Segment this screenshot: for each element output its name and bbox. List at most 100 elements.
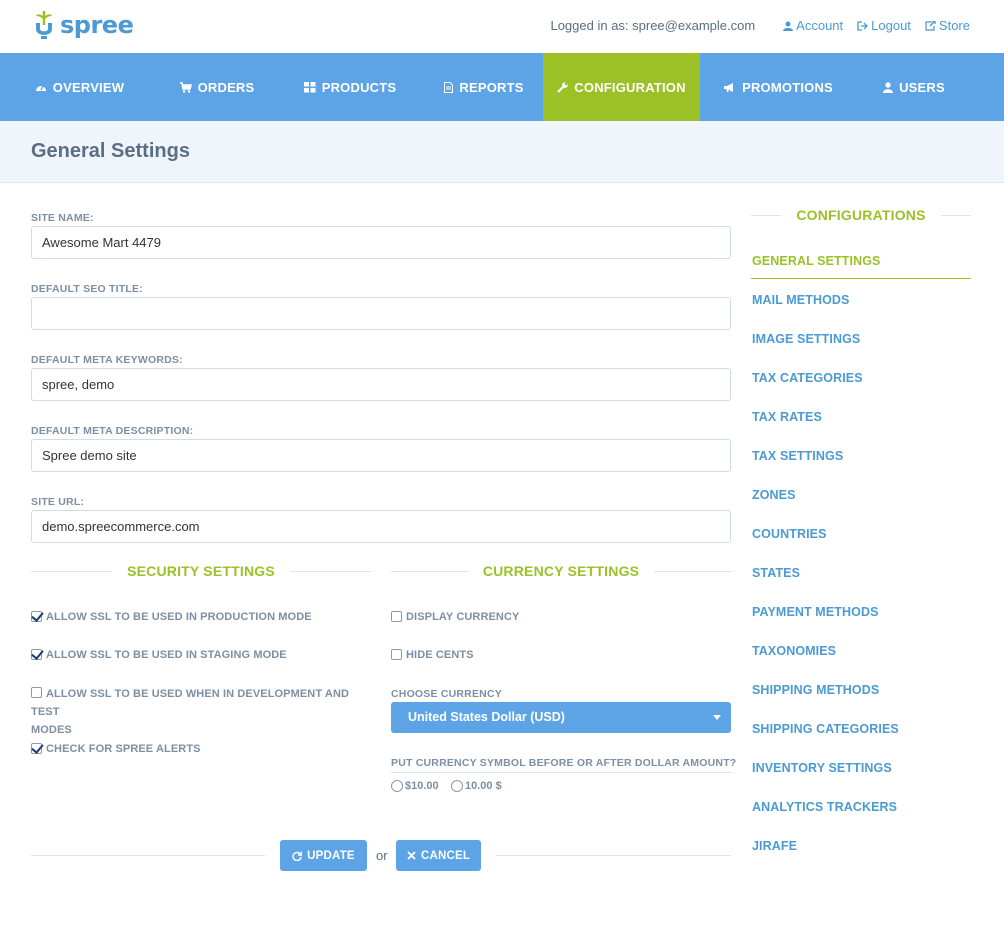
- nav-overview[interactable]: OVERVIEW: [0, 53, 159, 121]
- sidebar-item-states[interactable]: STATES: [752, 566, 800, 580]
- ssl-staging-checkbox[interactable]: ALLOW SSL TO BE USED IN STAGING MODE: [31, 646, 287, 664]
- display-currency-checkbox[interactable]: DISPLAY CURRENCY: [391, 608, 519, 626]
- symbol-position-label: PUT CURRENCY SYMBOL BEFORE OR AFTER DOLL…: [391, 757, 737, 769]
- sidebar-item-image-settings[interactable]: IMAGE SETTINGS: [752, 332, 860, 346]
- ssl-production-label: ALLOW SSL TO BE USED IN PRODUCTION MODE: [46, 611, 312, 623]
- checkbox-unchecked[interactable]: [31, 687, 42, 698]
- nav-products[interactable]: PRODUCTS: [275, 53, 425, 121]
- configurations-heading: CONFIGURATIONS: [751, 205, 972, 225]
- checkbox-checked[interactable]: [31, 611, 42, 622]
- hide-cents-label: HIDE CENTS: [406, 649, 474, 661]
- divider: [289, 570, 371, 572]
- ssl-dev-label-line2: MODES: [31, 724, 72, 736]
- security-settings-heading: SECURITY SETTINGS: [31, 561, 371, 581]
- sidebar-item-general-settings[interactable]: GENERAL SETTINGS: [752, 254, 880, 268]
- meta-keywords-input[interactable]: spree, demo: [31, 368, 731, 401]
- sign-out-icon: [857, 20, 869, 31]
- seo-title-label: DEFAULT SEO TITLE:: [31, 283, 143, 295]
- symbol-after-label: 10.00 $: [465, 780, 502, 792]
- dashboard-icon: [35, 85, 46, 91]
- account-label: Account: [796, 18, 844, 33]
- ssl-dev-label: ALLOW SSL TO BE USED WHEN IN DEVELOPMENT…: [31, 684, 371, 739]
- logout-label: Logout: [871, 18, 911, 33]
- currency-settings-heading: CURRENCY SETTINGS: [391, 561, 732, 581]
- sidebar-item-countries[interactable]: COUNTRIES: [752, 527, 827, 541]
- sidebar-item-taxonomies[interactable]: TAXONOMIES: [752, 644, 836, 658]
- spree-alerts-checkbox[interactable]: CHECK FOR SPREE ALERTS: [31, 740, 201, 758]
- divider: [31, 570, 113, 572]
- meta-description-input[interactable]: Spree demo site: [31, 439, 731, 472]
- security-settings-title: SECURITY SETTINGS: [127, 563, 275, 579]
- sidebar-item-tax-categories[interactable]: TAX CATEGORIES: [752, 371, 863, 385]
- radio-button[interactable]: [391, 780, 403, 792]
- checkbox-unchecked[interactable]: [391, 611, 402, 622]
- choose-currency-label: CHOOSE CURRENCY: [391, 688, 502, 700]
- document-icon: [444, 81, 454, 93]
- sidebar-item-jirafe[interactable]: JIRAFE: [752, 839, 797, 853]
- account-link[interactable]: Account: [783, 18, 843, 33]
- hide-cents-checkbox[interactable]: HIDE CENTS: [391, 646, 474, 664]
- seo-title-input[interactable]: [31, 297, 731, 330]
- site-url-input[interactable]: demo.spreecommerce.com: [31, 510, 731, 543]
- ssl-dev-label-line1: ALLOW SSL TO BE USED WHEN IN DEVELOPMENT…: [31, 688, 350, 718]
- ssl-production-checkbox[interactable]: ALLOW SSL TO BE USED IN PRODUCTION MODE: [31, 608, 312, 626]
- currency-settings-title: CURRENCY SETTINGS: [482, 563, 640, 579]
- sidebar-item-tax-settings[interactable]: TAX SETTINGS: [752, 449, 843, 463]
- symbol-before-radio[interactable]: $10.00: [391, 780, 439, 792]
- symbol-after-radio[interactable]: 10.00 $: [451, 780, 502, 792]
- logged-in-text: Logged in as: spree@example.com: [550, 18, 756, 33]
- cart-icon: [179, 81, 192, 93]
- grid-icon: [303, 81, 316, 92]
- sidebar-item-zones[interactable]: ZONES: [752, 488, 796, 502]
- checkbox-checked[interactable]: [31, 743, 42, 754]
- sidebar-item-payment-methods[interactable]: PAYMENT METHODS: [752, 605, 879, 619]
- page-title: General Settings: [31, 140, 190, 162]
- divider: [940, 214, 972, 216]
- divider: [496, 855, 731, 856]
- divider: [391, 772, 731, 773]
- radio-button[interactable]: [451, 780, 463, 792]
- ssl-dev-checkbox[interactable]: ALLOW SSL TO BE USED WHEN IN DEVELOPMENT…: [31, 684, 371, 739]
- currency-select-value: United States Dollar (USD): [408, 710, 565, 724]
- divider: [654, 570, 732, 572]
- nav-configuration[interactable]: CONFIGURATION: [543, 53, 700, 129]
- close-icon: [407, 851, 416, 860]
- nav-promotions[interactable]: PROMOTIONS: [700, 53, 856, 121]
- megaphone-icon: [724, 82, 734, 92]
- update-label: UPDATE: [307, 849, 355, 862]
- divider: [751, 214, 782, 216]
- nav-orders-label: ORDERS: [197, 79, 255, 95]
- store-link[interactable]: Store: [925, 18, 970, 33]
- active-indicator: [751, 278, 971, 279]
- site-name-input[interactable]: Awesome Mart 4479: [31, 226, 731, 259]
- sidebar-item-mail-methods[interactable]: MAIL METHODS: [752, 293, 850, 307]
- display-currency-label: DISPLAY CURRENCY: [406, 611, 520, 623]
- sidebar-item-shipping-categories[interactable]: SHIPPING CATEGORIES: [752, 722, 899, 736]
- symbol-before-label: $10.00: [405, 780, 439, 792]
- spree-logo[interactable]: spree: [33, 9, 134, 41]
- user-icon: [783, 21, 794, 31]
- sidebar-item-analytics-trackers[interactable]: ANALYTICS TRACKERS: [752, 800, 897, 814]
- logout-link[interactable]: Logout: [857, 18, 911, 33]
- nav-users[interactable]: USERS: [856, 53, 972, 121]
- site-name-label: SITE NAME:: [31, 212, 94, 224]
- sidebar-item-tax-rates[interactable]: TAX RATES: [752, 410, 822, 424]
- checkbox-unchecked[interactable]: [391, 649, 402, 660]
- divider: [391, 570, 468, 572]
- wrench-icon: [557, 81, 568, 93]
- nav-orders[interactable]: ORDERS: [159, 53, 275, 121]
- divider: [31, 855, 265, 856]
- site-url-label: SITE URL:: [31, 496, 85, 508]
- nav-reports[interactable]: REPORTS: [425, 53, 543, 121]
- update-button[interactable]: UPDATE: [280, 840, 367, 871]
- sidebar-item-inventory-settings[interactable]: INVENTORY SETTINGS: [752, 761, 892, 775]
- spree-alerts-label: CHECK FOR SPREE ALERTS: [46, 743, 201, 755]
- nav-products-label: PRODUCTS: [321, 79, 397, 95]
- logo-text: spree: [60, 11, 134, 39]
- checkbox-checked[interactable]: [31, 649, 42, 660]
- nav-reports-label: REPORTS: [459, 79, 524, 95]
- cancel-button[interactable]: CANCEL: [396, 840, 481, 871]
- sidebar-item-shipping-methods[interactable]: SHIPPING METHODS: [752, 683, 879, 697]
- store-label: Store: [938, 18, 970, 33]
- currency-select[interactable]: United States Dollar (USD): [391, 702, 731, 733]
